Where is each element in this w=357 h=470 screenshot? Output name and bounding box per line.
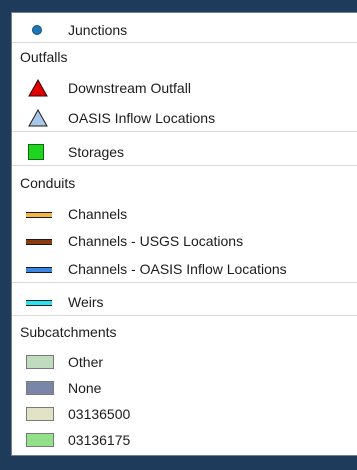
legend-heading-conduits: Conduits xyxy=(12,171,357,196)
brown-line-icon xyxy=(26,239,52,245)
legend-item-storages[interactable]: Storages xyxy=(12,140,357,166)
slate-blue-swatch-icon xyxy=(26,381,54,395)
legend-window: Junctions Outfalls Downstream Outfall OA… xyxy=(0,0,357,470)
legend-item-junctions[interactable]: Junctions xyxy=(12,18,357,43)
legend-item-oasis-inflow-locations[interactable]: OASIS Inflow Locations xyxy=(12,106,357,132)
light-green-swatch-icon xyxy=(26,433,54,447)
green-square-icon xyxy=(28,144,44,160)
legend-item-subcatchment-03136500[interactable]: 03136500 xyxy=(12,402,357,427)
legend-item-label: Channels - USGS Locations xyxy=(68,233,244,249)
legend-item-label: 03136175 xyxy=(68,432,131,448)
legend-item-subcatchment-other[interactable]: Other xyxy=(12,350,357,375)
legend-item-channels-oasis-inflow-locations[interactable]: Channels - OASIS Inflow Locations xyxy=(12,257,357,283)
blue-line-icon xyxy=(26,267,52,273)
legend-item-label: Storages xyxy=(68,144,125,160)
legend-item-label: Other xyxy=(68,354,104,370)
legend-item-label: None xyxy=(68,380,102,396)
legend-item-weirs[interactable]: Weirs xyxy=(12,290,357,316)
legend-item-subcatchment-none[interactable]: None xyxy=(12,376,357,401)
legend-heading-outfalls: Outfalls xyxy=(12,45,357,70)
legend-heading-label: Outfalls xyxy=(20,49,68,65)
light-blue-triangle-icon xyxy=(28,109,48,127)
legend-heading-label: Conduits xyxy=(20,175,76,191)
legend-item-label: Junctions xyxy=(68,22,128,38)
cyan-line-icon xyxy=(26,300,52,306)
legend-item-label: Channels - OASIS Inflow Locations xyxy=(68,261,287,277)
map-legend-panel: Junctions Outfalls Downstream Outfall OA… xyxy=(11,12,357,456)
pale-green-swatch-icon xyxy=(26,355,54,369)
legend-heading-label: Subcatchments xyxy=(20,324,117,340)
legend-item-label: OASIS Inflow Locations xyxy=(68,110,216,126)
window-left-border xyxy=(0,0,11,470)
legend-item-label: Weirs xyxy=(68,294,104,310)
legend-item-label: 03136500 xyxy=(68,406,131,422)
legend-item-channels[interactable]: Channels xyxy=(12,202,357,227)
legend-item-label: Channels xyxy=(68,206,128,222)
legend-heading-subcatchments: Subcatchments xyxy=(12,320,357,345)
junction-circle-icon xyxy=(32,25,42,35)
orange-line-icon xyxy=(26,212,52,218)
legend-item-downstream-outfall[interactable]: Downstream Outfall xyxy=(12,76,357,101)
legend-item-label: Downstream Outfall xyxy=(68,80,191,96)
beige-swatch-icon xyxy=(26,407,54,421)
legend-item-channels-usgs-locations[interactable]: Channels - USGS Locations xyxy=(12,229,357,254)
legend-item-subcatchment-03136175[interactable]: 03136175 xyxy=(12,428,357,453)
red-triangle-icon xyxy=(28,79,48,97)
